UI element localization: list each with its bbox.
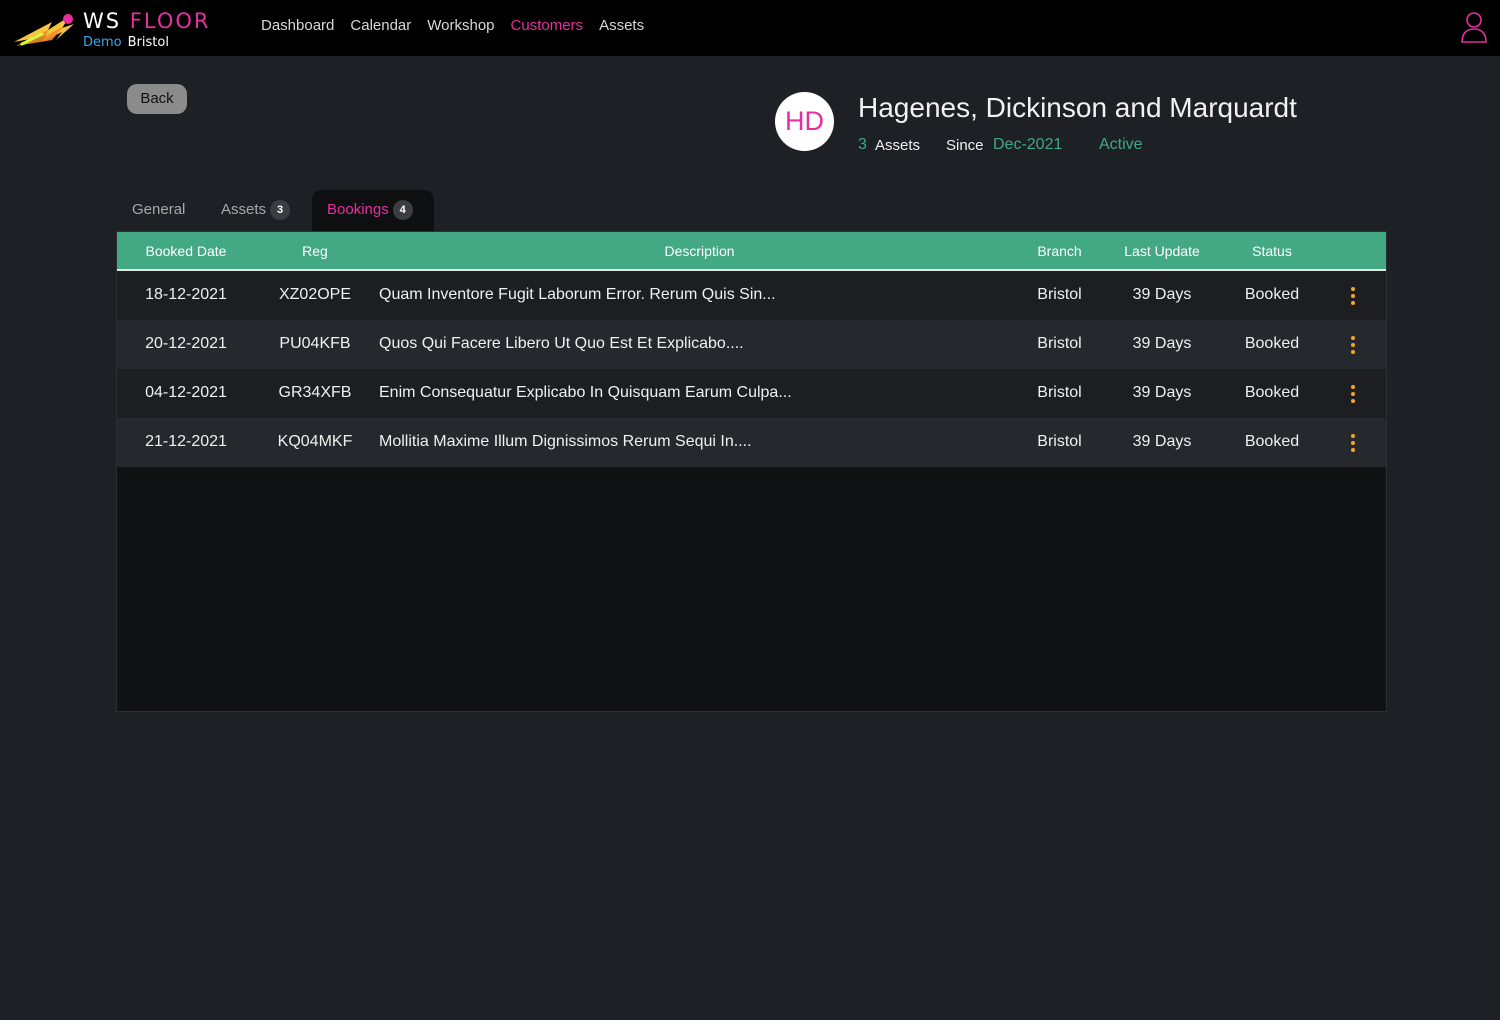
table-row[interactable]: 18-12-2021 XZ02OPE Quam Inventore Fugit … — [117, 271, 1386, 320]
comet-icon — [14, 14, 74, 46]
cell-booked-date: 20-12-2021 — [145, 335, 227, 352]
cell-last-update: 39 Days — [1132, 286, 1192, 303]
since-value: Dec-2021 — [993, 136, 1063, 153]
cell-description: Quam Inventore Fugit Laborum Error. Reru… — [379, 286, 776, 303]
col-description[interactable]: Description — [617, 243, 782, 259]
cell-reg: KQ04MKF — [277, 433, 353, 450]
customer-status: Active — [1099, 136, 1143, 153]
cell-reg: XZ02OPE — [278, 286, 352, 303]
cell-reg: PU04KFB — [279, 335, 351, 352]
bookings-count-badge: 4 — [392, 200, 413, 220]
col-branch[interactable]: Branch — [1027, 243, 1092, 259]
cell-description: Enim Consequatur Explicabo In Quisquam E… — [379, 384, 792, 401]
assets-count-badge: 3 — [270, 200, 291, 220]
kebab-menu-icon[interactable] — [1343, 383, 1363, 405]
kebab-menu-icon[interactable] — [1343, 334, 1363, 356]
brand-word-floor: FLOOR — [129, 9, 211, 33]
brand-name: WS FLOOR — [83, 9, 210, 33]
user-icon[interactable] — [1460, 11, 1488, 43]
asset-count: 3 — [858, 136, 867, 153]
tab-assets-label: Assets — [221, 201, 267, 218]
nav-assets[interactable]: Assets — [599, 17, 644, 34]
table-row[interactable]: 20-12-2021 PU04KFB Quos Qui Facere Liber… — [117, 320, 1386, 369]
brand-subtitle: Demo Bristol — [83, 35, 169, 50]
cell-booked-date: 04-12-2021 — [145, 384, 227, 401]
customer-name: Hagenes, Dickinson and Marquardt — [858, 92, 1297, 123]
cell-status: Booked — [1244, 335, 1300, 352]
tab-general[interactable]: General — [132, 190, 185, 231]
top-navbar: WS FLOOR Demo Bristol Dashboard Calendar … — [0, 0, 1500, 56]
customer-avatar: HD — [775, 92, 834, 151]
table-row[interactable]: 04-12-2021 GR34XFB Enim Consequatur Expl… — [117, 369, 1386, 418]
col-last-update[interactable]: Last Update — [1117, 243, 1207, 259]
tab-general-label: General — [132, 201, 186, 218]
main-nav: Dashboard Calendar Workshop Customers As… — [261, 17, 644, 34]
cell-status: Booked — [1244, 433, 1300, 450]
cell-status: Booked — [1244, 384, 1300, 401]
col-status[interactable]: Status — [1237, 243, 1307, 259]
cell-booked-date: 18-12-2021 — [145, 286, 227, 303]
cell-description: Quos Qui Facere Libero Ut Quo Est Et Exp… — [379, 335, 744, 352]
cell-reg: GR34XFB — [278, 384, 352, 401]
bookings-table: Booked Date Reg Description Branch Last … — [116, 231, 1387, 712]
nav-calendar[interactable]: Calendar — [350, 17, 411, 34]
brand-word-ws: WS — [83, 9, 122, 33]
cell-last-update: 39 Days — [1132, 433, 1192, 450]
branch-label: Bristol — [127, 35, 169, 50]
cell-branch: Bristol — [1037, 286, 1082, 303]
cell-branch: Bristol — [1037, 433, 1082, 450]
kebab-menu-icon[interactable] — [1343, 432, 1363, 454]
col-reg[interactable]: Reg — [275, 243, 355, 259]
nav-workshop[interactable]: Workshop — [427, 17, 494, 34]
cell-description: Mollitia Maxime Illum Dignissimos Rerum … — [379, 433, 752, 450]
cell-booked-date: 21-12-2021 — [145, 433, 227, 450]
cell-branch: Bristol — [1037, 384, 1082, 401]
assets-label: Assets — [875, 137, 921, 154]
app-logo[interactable]: WS FLOOR Demo Bristol — [12, 6, 227, 52]
col-booked-date[interactable]: Booked Date — [135, 243, 237, 259]
nav-dashboard[interactable]: Dashboard — [261, 17, 334, 34]
nav-customers[interactable]: Customers — [511, 17, 584, 34]
demo-label: Demo — [83, 35, 122, 50]
table-row[interactable]: 21-12-2021 KQ04MKF Mollitia Maxime Illum… — [117, 418, 1386, 467]
kebab-menu-icon[interactable] — [1343, 285, 1363, 307]
tab-bookings-label: Bookings — [327, 201, 389, 218]
cell-last-update: 39 Days — [1132, 335, 1192, 352]
cell-last-update: 39 Days — [1132, 384, 1192, 401]
tab-bookings[interactable]: Bookings 4 — [312, 190, 434, 231]
cell-branch: Bristol — [1037, 335, 1082, 352]
table-header: Booked Date Reg Description Branch Last … — [117, 232, 1386, 271]
since-label: Since — [946, 137, 984, 154]
cell-status: Booked — [1244, 286, 1300, 303]
back-button[interactable]: Back — [127, 84, 187, 114]
tab-assets[interactable]: Assets 3 — [221, 190, 291, 231]
